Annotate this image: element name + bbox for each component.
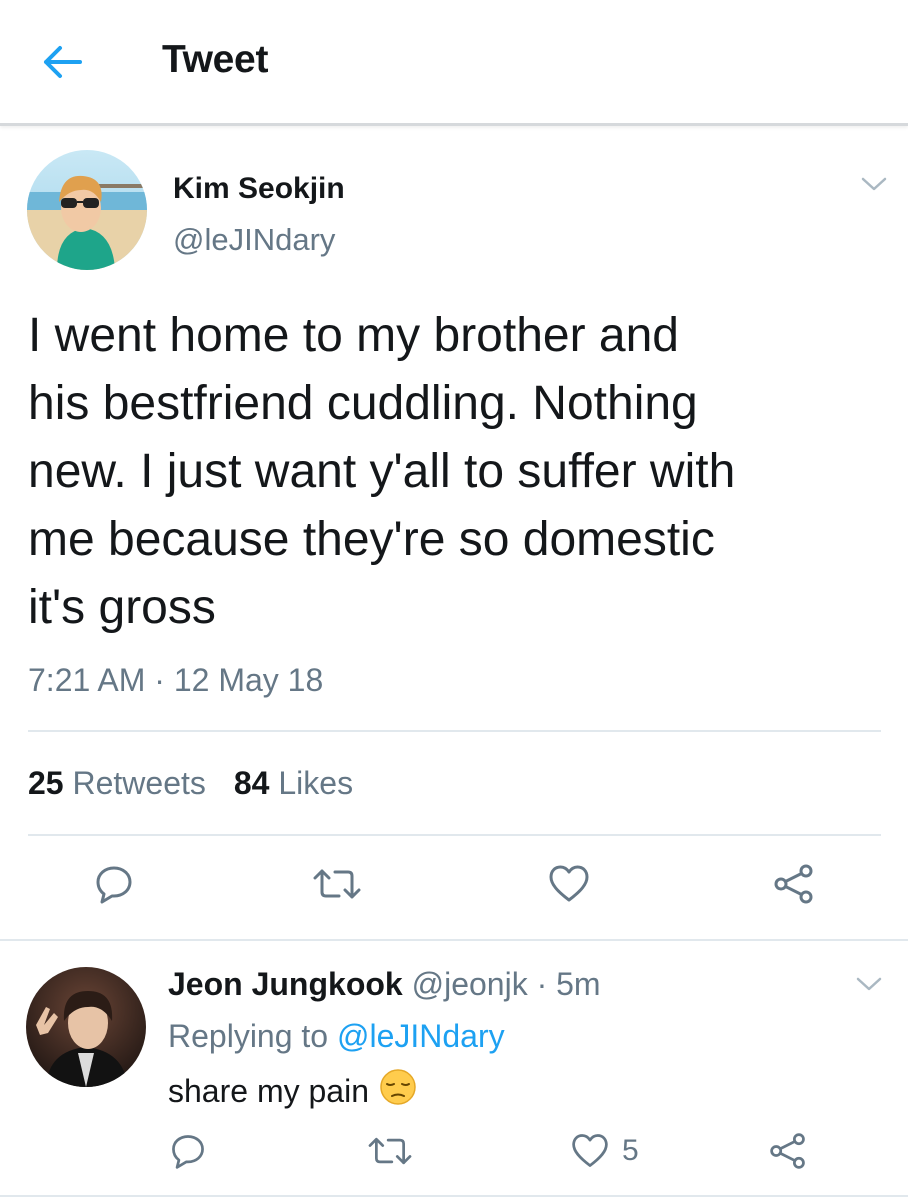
reply-reply-button[interactable] xyxy=(168,1131,208,1171)
arrow-left-icon xyxy=(44,46,82,78)
replying-to-link[interactable]: @leJINdary xyxy=(337,1018,505,1054)
tweet-timestamp: 7:21 AM · 12 May 18 xyxy=(28,662,324,698)
reply-share-button[interactable] xyxy=(768,1131,808,1171)
retweet-icon xyxy=(313,869,361,899)
share-icon xyxy=(770,1133,805,1169)
reply-author-name[interactable]: Jeon Jungkook xyxy=(168,966,403,1002)
retweet-icon xyxy=(368,1137,412,1165)
reply-header: Jeon Jungkook @jeonjk · 5m xyxy=(168,966,601,1003)
divider xyxy=(28,730,881,732)
author-name[interactable]: Kim Seokjin xyxy=(173,172,345,206)
reply-text: share my pain xyxy=(168,1072,369,1109)
tweet-menu-button[interactable] xyxy=(860,175,888,193)
likes-stat[interactable]: 84 Likes xyxy=(234,765,353,801)
reply-like-count: 5 xyxy=(622,1134,639,1167)
back-button[interactable] xyxy=(40,42,84,82)
reply-button[interactable] xyxy=(92,862,136,906)
page-title: Tweet xyxy=(162,38,269,81)
reply-icon xyxy=(172,1135,204,1169)
share-button[interactable] xyxy=(772,862,816,906)
reply-time: 5m xyxy=(556,966,601,1002)
reply-separator: · xyxy=(527,966,557,1002)
divider xyxy=(0,1195,908,1197)
reply-menu-button[interactable] xyxy=(855,975,883,993)
chevron-down-icon xyxy=(856,977,882,991)
author-handle[interactable]: @leJINdary xyxy=(173,222,335,258)
author-avatar[interactable] xyxy=(27,150,147,270)
divider xyxy=(28,834,881,836)
replying-to-prefix: Replying to xyxy=(168,1018,329,1054)
reply-icon xyxy=(96,866,132,904)
tweet-text: I went home to my brother and his bestfr… xyxy=(28,309,736,634)
heart-icon xyxy=(549,865,589,902)
pensive-face-emoji xyxy=(379,1068,417,1114)
chevron-down-icon xyxy=(861,177,887,191)
reply-text-line: share my pain xyxy=(168,1068,417,1114)
retweet-button[interactable] xyxy=(311,862,363,906)
like-button[interactable] xyxy=(547,862,591,906)
tweet-stats: 25 Retweets 84 Likes xyxy=(28,765,353,802)
retweets-stat[interactable]: 25 Retweets xyxy=(28,765,206,801)
top-bar: Tweet xyxy=(0,0,908,126)
heart-icon xyxy=(572,1134,608,1167)
reply-like-button[interactable]: 5 xyxy=(570,1131,639,1171)
reply-author-avatar[interactable] xyxy=(26,967,146,1087)
reply-retweet-button[interactable] xyxy=(366,1131,414,1171)
share-icon xyxy=(774,864,813,904)
divider xyxy=(0,939,908,941)
replying-to-line: Replying to @leJINdary xyxy=(168,1018,505,1055)
reply-author-handle[interactable]: @jeonjk xyxy=(412,966,528,1002)
